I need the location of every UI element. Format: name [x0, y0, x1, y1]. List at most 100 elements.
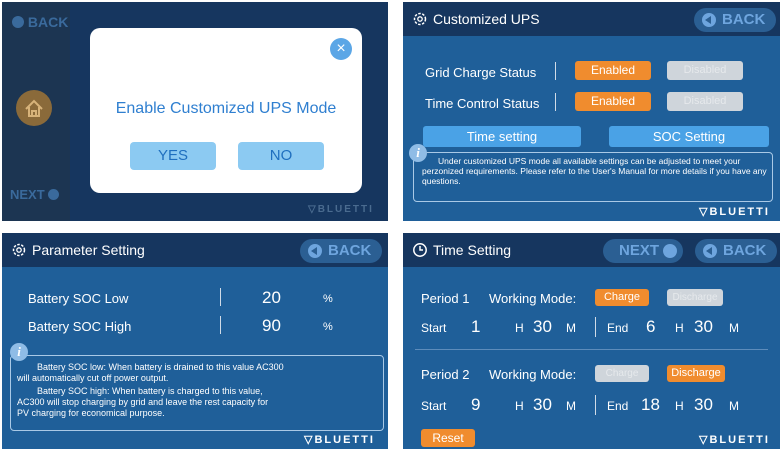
- grid-charge-label: Grid Charge Status: [425, 65, 537, 80]
- info-line-4: AC300 will stop charging by grid and lea…: [17, 397, 269, 407]
- soc-setting-button[interactable]: SOC Setting: [609, 126, 769, 147]
- next-label: NEXT: [10, 187, 45, 202]
- info-line-1: Battery SOC low: When battery is drained…: [37, 362, 284, 372]
- soc-high-value[interactable]: 90: [262, 316, 281, 336]
- back-arrow-icon: [12, 16, 24, 28]
- bluetti-logo: ▽BLUETTI: [699, 205, 770, 218]
- info-icon: i: [10, 343, 28, 361]
- divider: [595, 317, 596, 337]
- next-arrow-icon: [48, 189, 60, 200]
- parameter-setting-panel: Parameter Setting BACK Battery SOC Low 2…: [2, 233, 388, 449]
- time-control-enabled-button[interactable]: Enabled: [575, 92, 651, 111]
- bluetti-logo: ▽BLUETTI: [308, 204, 374, 215]
- time-setting-panel: Time Setting NEXT BACK Period 1 Working …: [403, 233, 780, 449]
- minute-unit: M: [566, 399, 576, 413]
- no-button[interactable]: NO: [238, 142, 324, 170]
- period-1-label: Period 1: [421, 291, 470, 306]
- ups-dialog-panel: BACK NEXT × Enable Customized UPS Mode Y…: [2, 2, 388, 221]
- bluetti-v-icon: ▽: [699, 206, 710, 218]
- soc-high-unit: %: [323, 321, 333, 333]
- back-button[interactable]: BACK: [12, 14, 68, 30]
- start-label: Start: [421, 321, 447, 335]
- back-button[interactable]: BACK: [300, 239, 382, 263]
- header-bar: Time Setting NEXT BACK: [403, 233, 780, 267]
- next-label: NEXT: [619, 242, 660, 259]
- period-1-start-hour[interactable]: 1: [471, 317, 480, 337]
- soc-low-unit: %: [323, 293, 333, 305]
- minute-unit: M: [729, 321, 739, 335]
- back-label: BACK: [27, 14, 69, 30]
- period-1-start-minute[interactable]: 30: [533, 317, 552, 337]
- grid-charge-disabled-button[interactable]: Disabled: [667, 61, 743, 80]
- dialog-message: Enable Customized UPS Mode: [115, 100, 337, 117]
- grid-charge-enabled-button[interactable]: Enabled: [575, 61, 651, 80]
- divider: [595, 395, 596, 415]
- next-button[interactable]: NEXT: [603, 239, 683, 263]
- header-bar: Parameter Setting BACK: [2, 233, 388, 267]
- yes-button[interactable]: YES: [130, 142, 216, 170]
- working-mode-label: Working Mode:: [489, 291, 577, 306]
- back-label: BACK: [328, 242, 372, 259]
- period-1-end-hour[interactable]: 6: [646, 317, 655, 337]
- period-2-end-hour[interactable]: 18: [641, 395, 660, 415]
- home-button[interactable]: [16, 90, 52, 126]
- period-2-start-minute[interactable]: 30: [533, 395, 552, 415]
- period-2-label: Period 2: [421, 367, 470, 382]
- period-1-charge-button[interactable]: Charge: [595, 289, 649, 306]
- period-2-start-hour[interactable]: 9: [471, 395, 480, 415]
- bluetti-logo: ▽BLUETTI: [304, 433, 375, 446]
- brand-text: BLUETTI: [709, 206, 770, 218]
- back-label: BACK: [722, 11, 766, 28]
- divider: [555, 93, 556, 111]
- bluetti-logo: ▽BLUETTI: [699, 433, 770, 446]
- bluetti-v-icon: ▽: [699, 434, 710, 446]
- brand-text: BLUETTI: [317, 204, 374, 215]
- info-text: Under customized UPS mode all available …: [422, 156, 767, 186]
- hour-unit: H: [515, 321, 524, 335]
- brand-text: BLUETTI: [314, 434, 375, 446]
- back-arrow-icon: [308, 244, 322, 258]
- brand-text: BLUETTI: [709, 434, 770, 446]
- hour-unit: H: [675, 321, 684, 335]
- enable-ups-dialog: × Enable Customized UPS Mode YES NO: [90, 28, 362, 193]
- page-title: Customized UPS: [433, 11, 540, 27]
- header-bar: Customized UPS BACK: [403, 2, 780, 36]
- period-2-end-minute[interactable]: 30: [694, 395, 713, 415]
- minute-unit: M: [566, 321, 576, 335]
- period-2-discharge-button[interactable]: Discharge: [667, 365, 725, 382]
- soc-low-value[interactable]: 20: [262, 288, 281, 308]
- time-control-disabled-button[interactable]: Disabled: [667, 92, 743, 111]
- info-line-5: PV charging for economical purpose.: [17, 408, 165, 418]
- start-label: Start: [421, 399, 447, 413]
- gear-icon: [12, 243, 26, 257]
- home-icon: [25, 99, 43, 117]
- divider: [220, 316, 221, 334]
- working-mode-label: Working Mode:: [489, 367, 577, 382]
- hour-unit: H: [675, 399, 684, 413]
- next-button[interactable]: NEXT: [10, 187, 60, 202]
- period-1-end-minute[interactable]: 30: [694, 317, 713, 337]
- back-button[interactable]: BACK: [695, 239, 777, 263]
- period-1-discharge-button[interactable]: Discharge: [667, 289, 723, 306]
- end-label: End: [607, 399, 629, 413]
- minute-unit: M: [729, 399, 739, 413]
- bluetti-v-icon: ▽: [308, 204, 318, 215]
- back-label: BACK: [723, 242, 767, 259]
- end-label: End: [607, 321, 629, 335]
- time-control-label: Time Control Status: [425, 96, 540, 111]
- close-button[interactable]: ×: [330, 38, 352, 60]
- clock-icon: [413, 243, 427, 257]
- time-setting-button[interactable]: Time setting: [423, 126, 581, 147]
- period-2-charge-button[interactable]: Charge: [595, 365, 649, 382]
- back-button[interactable]: BACK: [694, 8, 776, 32]
- soc-low-label: Battery SOC Low: [28, 291, 129, 306]
- reset-button[interactable]: Reset: [421, 429, 475, 447]
- info-box: Under customized UPS mode all available …: [413, 152, 773, 202]
- back-arrow-icon: [703, 244, 717, 258]
- info-line-3: Battery SOC high: When battery is charge…: [37, 386, 263, 396]
- bluetti-v-icon: ▽: [304, 434, 315, 446]
- info-icon: i: [409, 144, 427, 162]
- info-line-2: will automatically cut off power output.: [17, 373, 169, 383]
- close-icon: ×: [336, 40, 346, 57]
- back-arrow-icon: [702, 13, 716, 27]
